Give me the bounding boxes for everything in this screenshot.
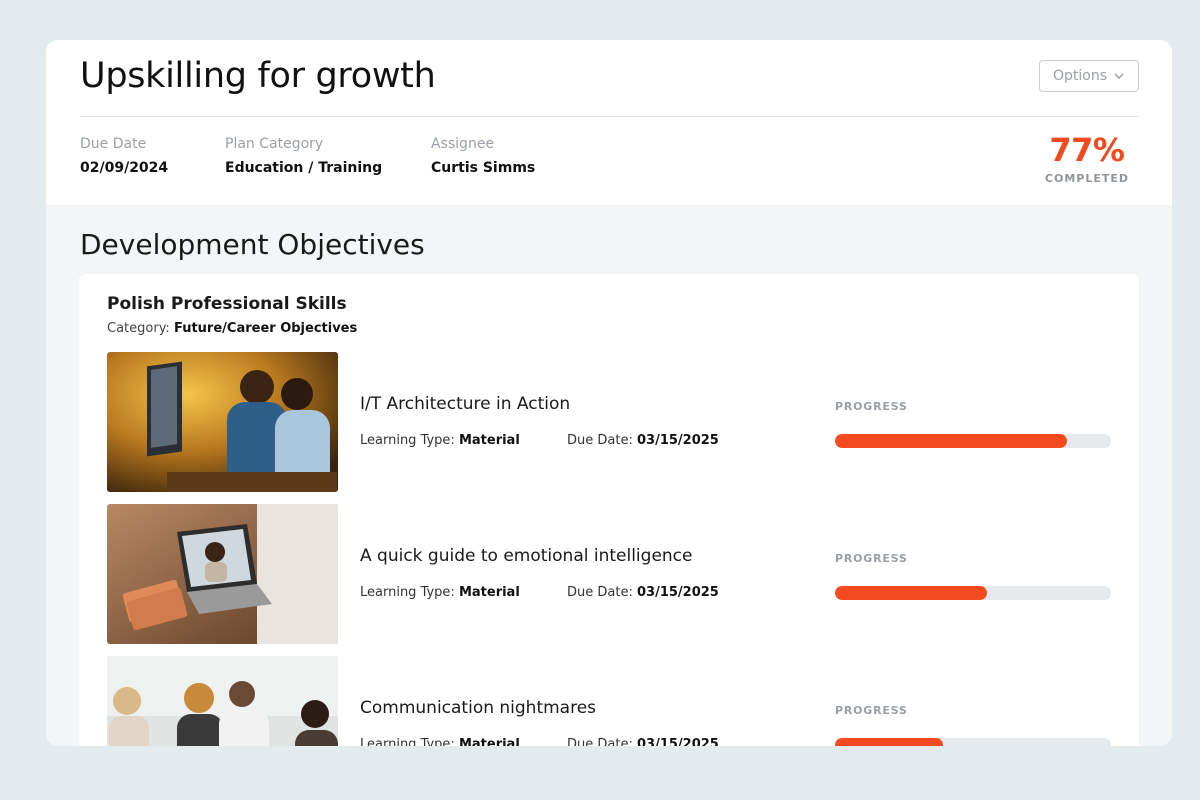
header-divider <box>80 116 1139 117</box>
learning-item-thumbnail[interactable] <box>107 656 338 746</box>
learning-type: Learning Type: Material <box>360 737 520 746</box>
section-title: Development Objectives <box>80 228 425 261</box>
progress-bar-fill <box>835 738 943 746</box>
assignee-value: Curtis Simms <box>431 160 536 176</box>
item-due-date-label: Due Date: <box>567 433 633 448</box>
assignee-label: Assignee <box>431 136 495 152</box>
plan-header: Upskilling for growth Options Due Date 0… <box>46 40 1172 205</box>
completion-percent: 77% <box>1049 131 1125 169</box>
plan-window: Upskilling for growth Options Due Date 0… <box>46 40 1172 746</box>
item-due-date-value: 03/15/2025 <box>636 737 719 746</box>
progress-bar <box>835 586 1111 600</box>
due-date-label: Due Date <box>80 136 147 152</box>
objective-card: Polish Professional Skills Category: Fut… <box>79 274 1139 746</box>
learning-item-title[interactable]: Communication nightmares <box>360 698 596 718</box>
progress-bar <box>835 738 1111 746</box>
objective-category-value: Future/Career Objectives <box>173 321 358 336</box>
learning-item[interactable]: A quick guide to emotional intelligence … <box>107 504 1111 644</box>
chevron-down-icon <box>1114 73 1124 80</box>
progress-label: PROGRESS <box>835 552 908 565</box>
options-label: Options <box>1052 68 1108 84</box>
objective-title[interactable]: Polish Professional Skills <box>107 294 347 314</box>
completion-label: COMPLETED <box>1044 172 1129 185</box>
learning-item-title[interactable]: A quick guide to emotional intelligence <box>360 546 692 566</box>
meta-plan-category: Plan Category Education / Training <box>225 136 382 176</box>
learning-type-label: Learning Type: <box>360 737 455 746</box>
learning-item-title[interactable]: I/T Architecture in Action <box>360 394 570 414</box>
learning-type-value: Material <box>458 433 520 448</box>
learning-type: Learning Type: Material <box>360 433 520 448</box>
options-dropdown[interactable]: Options <box>1039 60 1139 92</box>
plan-category-value: Education / Training <box>225 160 383 176</box>
plan-category-label: Plan Category <box>225 136 324 152</box>
meta-due-date: Due Date 02/09/2024 <box>80 136 168 176</box>
objective-category: Category: Future/Career Objectives <box>107 321 357 336</box>
item-due-date-value: 03/15/2025 <box>636 433 719 448</box>
learning-type: Learning Type: Material <box>360 585 520 600</box>
learning-item-thumbnail[interactable] <box>107 352 338 492</box>
learning-item[interactable]: I/T Architecture in Action Learning Type… <box>107 352 1111 492</box>
meta-assignee: Assignee Curtis Simms <box>431 136 535 176</box>
item-due-date: Due Date: 03/15/2025 <box>567 585 719 600</box>
learning-item-thumbnail[interactable] <box>107 504 338 644</box>
item-due-date-label: Due Date: <box>567 737 633 746</box>
completion-stat: 77% COMPLETED <box>1045 134 1129 185</box>
learning-item[interactable]: Communication nightmares Learning Type: … <box>107 656 1111 746</box>
progress-bar-fill <box>835 586 987 600</box>
learning-type-label: Learning Type: <box>360 585 455 600</box>
progress-bar <box>835 434 1111 448</box>
learning-type-value: Material <box>458 585 520 600</box>
item-due-date-label: Due Date: <box>567 585 633 600</box>
learning-type-label: Learning Type: <box>360 433 455 448</box>
objective-category-label: Category: <box>107 321 170 336</box>
progress-label: PROGRESS <box>835 400 908 413</box>
item-due-date-value: 03/15/2025 <box>636 585 719 600</box>
item-due-date: Due Date: 03/15/2025 <box>567 433 719 448</box>
page-title: Upskilling for growth <box>80 56 436 96</box>
item-due-date: Due Date: 03/15/2025 <box>567 737 719 746</box>
progress-label: PROGRESS <box>835 704 908 717</box>
learning-type-value: Material <box>458 737 520 746</box>
progress-bar-fill <box>835 434 1067 448</box>
due-date-value: 02/09/2024 <box>80 160 169 176</box>
